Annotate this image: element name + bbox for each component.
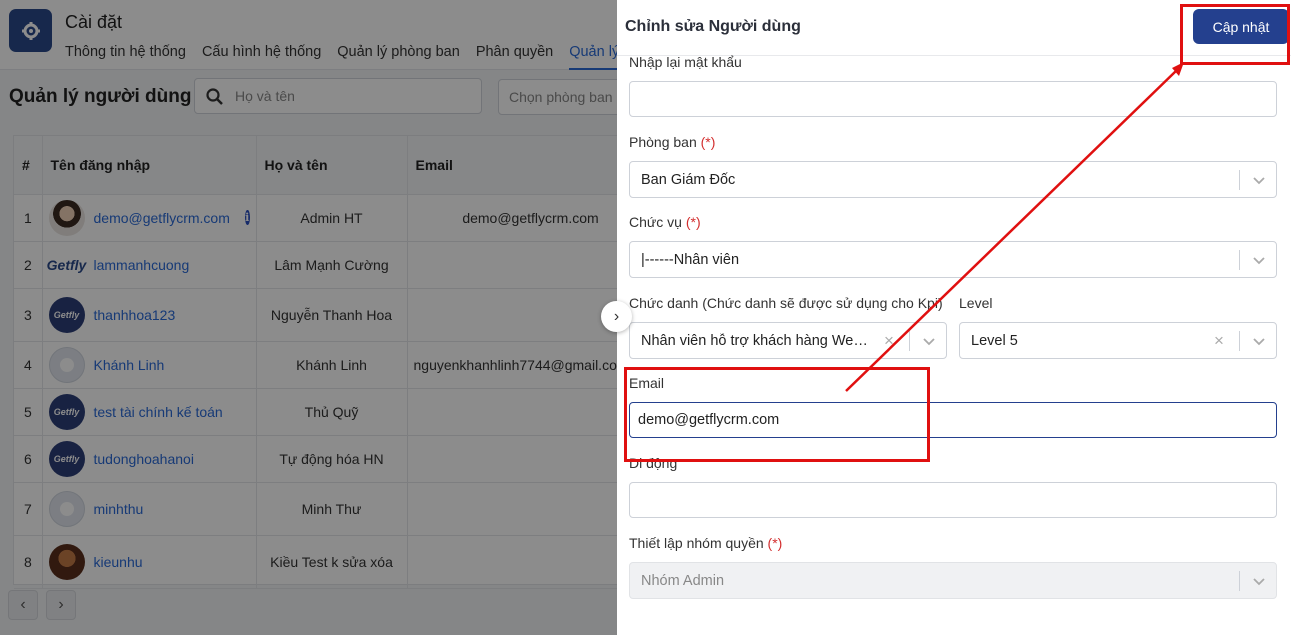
level-value: Level 5 <box>971 333 1018 349</box>
permission-group-value: Nhóm Admin <box>641 573 725 589</box>
email-field-highlight <box>624 367 930 462</box>
department-value: Ban Giám Đốc <box>641 172 736 188</box>
position-value: |------Nhân viên <box>641 252 740 268</box>
permission-group-select: Nhóm Admin <box>629 562 1277 599</box>
chevron-down-icon <box>1253 257 1265 265</box>
collapse-drawer-button[interactable]: › <box>601 301 632 332</box>
job-title-value: Nhân viên hỗ trợ khách hàng Web... <box>641 333 871 349</box>
position-label: Chức vụ (*) <box>629 214 701 230</box>
chevron-down-icon <box>1253 177 1265 185</box>
chevron-down-icon <box>1253 338 1265 346</box>
modal-overlay[interactable] <box>0 0 617 635</box>
department-select[interactable]: Ban Giám Đốc <box>629 161 1277 198</box>
department-label: Phòng ban (*) <box>629 134 716 150</box>
position-select[interactable]: |------Nhân viên <box>629 241 1277 278</box>
drawer-title: Chỉnh sửa Người dùng <box>625 18 801 35</box>
mobile-field[interactable] <box>629 482 1277 518</box>
job-title-select[interactable]: Nhân viên hỗ trợ khách hàng Web... × <box>629 322 947 359</box>
level-select[interactable]: Level 5 × <box>959 322 1277 359</box>
confirm-password-label: Nhập lại mật khẩu <box>629 54 742 70</box>
edit-user-drawer: Chỉnh sửa Người dùng Cập nhật Nhập lại m… <box>617 0 1291 635</box>
chevron-down-icon <box>1253 578 1265 586</box>
clear-icon[interactable]: × <box>1214 331 1224 351</box>
clear-icon[interactable]: × <box>884 331 894 351</box>
confirm-password-field[interactable] <box>629 81 1277 117</box>
update-button-highlight <box>1180 4 1290 65</box>
permission-group-label: Thiết lập nhóm quyền (*) <box>629 535 783 551</box>
job-title-label: Chức danh (Chức danh sẽ được sử dụng cho… <box>629 295 943 311</box>
chevron-right-icon: › <box>613 307 620 325</box>
level-label: Level <box>959 295 993 311</box>
chevron-down-icon <box>923 338 935 346</box>
